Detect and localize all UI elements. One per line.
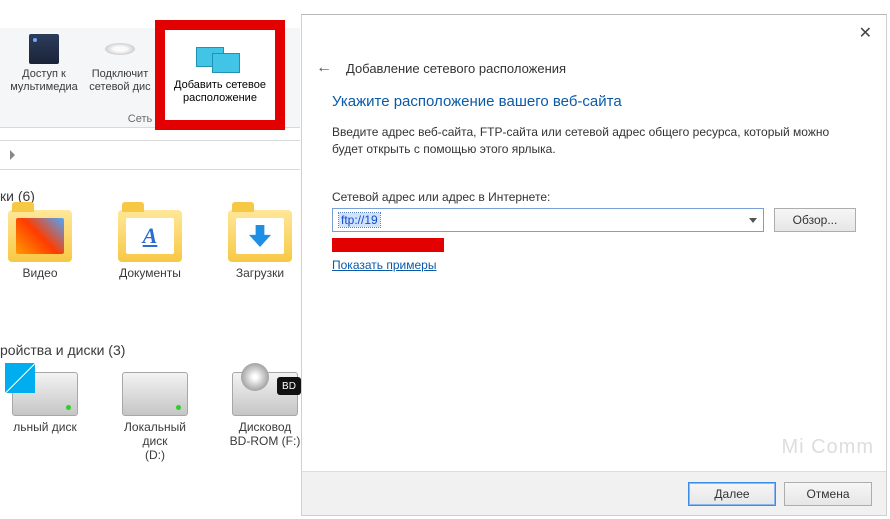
- folders-grid: Видео Документы Загрузки: [0, 210, 300, 280]
- back-button[interactable]: ←: [316, 59, 332, 77]
- wizard-heading: Укажите расположение вашего веб-сайта: [332, 93, 856, 110]
- explorer-address-bar[interactable]: [0, 140, 300, 170]
- server-icon: [29, 34, 59, 64]
- address-field-label: Сетевой адрес или адрес в Интернете:: [332, 190, 856, 204]
- folder-downloads[interactable]: Загрузки: [220, 210, 300, 280]
- address-input-value: ftp://19: [339, 213, 380, 227]
- folder-documents[interactable]: Документы: [110, 210, 190, 280]
- drive-icon: [122, 372, 188, 416]
- monitors-icon: [196, 45, 244, 75]
- chevron-right-icon: [10, 150, 15, 160]
- drive-label: Локальный диск (D:): [110, 420, 200, 462]
- close-button[interactable]: ✕: [855, 23, 876, 43]
- folder-label: Документы: [110, 266, 190, 280]
- drive-local-d[interactable]: Локальный диск (D:): [110, 372, 200, 462]
- show-examples-link[interactable]: Показать примеры: [332, 258, 856, 272]
- wizard-description: Введите адрес веб-сайта, FTP-сайта или с…: [332, 124, 856, 158]
- chevron-down-icon[interactable]: [749, 218, 757, 223]
- folder-icon: [118, 210, 182, 262]
- redacted-bar: [332, 238, 444, 252]
- folder-videos[interactable]: Видео: [0, 210, 80, 280]
- add-network-location-wizard: ✕ ← Добавление сетевого расположения Ука…: [301, 14, 887, 516]
- ribbon-label: Доступ к мультимедиа: [10, 68, 78, 94]
- ribbon-map-drive[interactable]: Подключит сетевой дис: [82, 32, 158, 94]
- wizard-title: Добавление сетевого расположения: [346, 61, 566, 76]
- browse-button[interactable]: Обзор...: [774, 208, 856, 232]
- bdrom-drive-icon: BD: [232, 372, 298, 416]
- ribbon-label: Подключит сетевой дис: [89, 68, 150, 94]
- folder-icon: [8, 210, 72, 262]
- ribbon-add-network-location[interactable]: Добавить сетевое расположение: [155, 20, 285, 130]
- drive-label: льный диск: [0, 420, 90, 434]
- drive-bdrom-f[interactable]: BD Дисковод BD-ROM (F:): [220, 372, 310, 462]
- folder-label: Загрузки: [220, 266, 300, 280]
- network-address-input[interactable]: ftp://19: [332, 208, 764, 232]
- cancel-button[interactable]: Отмена: [784, 482, 872, 506]
- watermark: Mi Comm: [781, 436, 874, 459]
- drives-grid: льный диск Локальный диск (D:) BD Дисков…: [0, 372, 310, 462]
- wizard-footer: Далее Отмена: [302, 471, 886, 515]
- folder-label: Видео: [0, 266, 80, 280]
- drive-icon: [12, 372, 78, 416]
- ribbon-label: Добавить сетевое расположение: [174, 79, 266, 105]
- drives-section-header[interactable]: ройства и диски (3): [0, 342, 125, 358]
- bd-badge: BD: [277, 377, 301, 395]
- next-button[interactable]: Далее: [688, 482, 776, 506]
- ribbon-media-access[interactable]: Доступ к мультимедиа: [6, 32, 82, 94]
- disc-icon: [105, 43, 135, 55]
- drive-label: Дисковод BD-ROM (F:): [220, 420, 310, 448]
- folder-icon: [228, 210, 292, 262]
- drive-local-c[interactable]: льный диск: [0, 372, 90, 462]
